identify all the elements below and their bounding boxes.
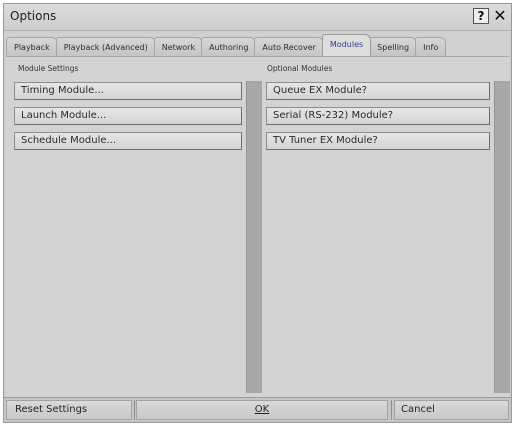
footer-divider (391, 400, 392, 420)
tab-info[interactable]: Info (415, 37, 447, 56)
footer-divider (134, 400, 135, 420)
tab-strip: Playback Playback (Advanced) Network Aut… (6, 34, 509, 56)
optional-modules-scrollbar[interactable] (494, 81, 510, 393)
ok-button[interactable]: OK (136, 400, 388, 420)
schedule-module-button[interactable]: Schedule Module... (14, 132, 242, 150)
tab-playback-advanced[interactable]: Playback (Advanced) (55, 37, 156, 56)
title-bar: Options ? ✕ (4, 4, 511, 31)
window-title: Options (10, 9, 57, 23)
modules-panel: Module Settings Timing Module... Launch … (6, 56, 510, 398)
tab-authoring[interactable]: Authoring (201, 37, 257, 56)
tab-auto-recover[interactable]: Auto Recover (254, 37, 324, 56)
tab-network[interactable]: Network (153, 37, 204, 56)
serial-rs232-module-button[interactable]: Serial (RS-232) Module? (266, 107, 490, 125)
timing-module-button[interactable]: Timing Module... (14, 82, 242, 100)
tv-tuner-ex-module-button[interactable]: TV Tuner EX Module? (266, 132, 490, 150)
footer-bar: Reset Settings OK Cancel (4, 397, 511, 422)
reset-settings-button[interactable]: Reset Settings (6, 400, 132, 420)
launch-module-button[interactable]: Launch Module... (14, 107, 242, 125)
optional-modules-heading: Optional Modules (267, 64, 333, 73)
tab-spelling[interactable]: Spelling (369, 37, 418, 56)
help-button[interactable]: ? (473, 8, 489, 24)
module-settings-scrollbar[interactable] (246, 81, 262, 393)
tab-playback[interactable]: Playback (6, 37, 58, 56)
module-settings-heading: Module Settings (18, 64, 79, 73)
options-window: Options ? ✕ Playback Playback (Advanced)… (3, 3, 512, 423)
close-icon[interactable]: ✕ (492, 6, 508, 26)
cancel-button[interactable]: Cancel (394, 400, 509, 420)
queue-ex-module-button[interactable]: Queue EX Module? (266, 82, 490, 100)
tab-modules[interactable]: Modules (321, 34, 372, 56)
